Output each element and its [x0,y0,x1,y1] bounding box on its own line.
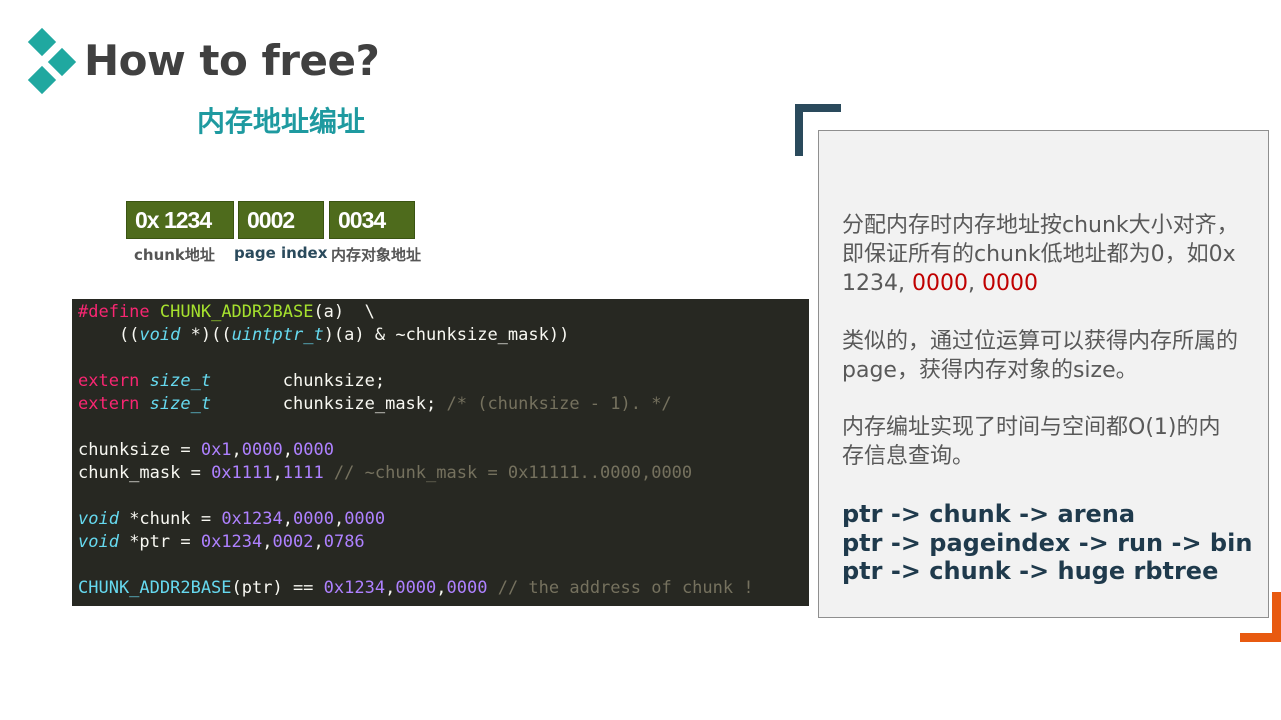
address-box-page-index: 0002 [238,201,324,239]
address-label-object: 内存对象地址 [331,246,422,264]
address-box-object: 0034 [329,201,415,239]
slide-title: How to free? [84,36,380,85]
address-label-page-index: page index [234,244,328,262]
panel-paragraph-alignment: 分配内存时内存地址按chunk大小对齐，即保证所有的chunk低地址都为0，如0… [842,213,1239,296]
corner-bracket-top-left-vertical [795,104,803,156]
corner-bracket-bottom-right-vertical [1272,592,1281,642]
code-line-8: void *ptr = 0x1234,0002,0786 [78,532,365,552]
code-line-7: void *chunk = 0x1234,0000,0000 [78,509,386,529]
address-label-chunk: chunk地址 [134,246,215,264]
code-block: #define CHUNK_ADDR2BASE(a) \ ((void *)((… [72,299,809,606]
pointer-path-huge: ptr -> chunk -> huge rbtree [842,557,1219,585]
logo-diamonds-icon [26,27,77,95]
code-line-6: chunk_mask = 0x1111,1111 // ~chunk_mask … [78,463,693,483]
code-line-3: extern size_t chunksize; [78,371,386,391]
pointer-path-arena: ptr -> chunk -> arena [842,500,1136,528]
code-line-1: #define CHUNK_ADDR2BASE(a) \ [78,302,375,322]
code-line-2: ((void *)((uintptr_t)(a) & ~chunksize_ma… [78,325,570,345]
panel-paragraph-complexity: 内存编址实现了时间与空间都O(1)的内存信息查询。 [842,415,1221,469]
slide-subtitle: 内存地址编址 [197,105,366,138]
panel-paragraph-bitops: 类似的，通过位运算可以获得内存所属的page，获得内存对象的size。 [842,329,1239,383]
address-box-chunk: 0x 1234 [126,201,234,239]
pointer-path-list: ptr -> chunk -> arena ptr -> pageindex -… [842,500,1262,586]
pointer-path-bin: ptr -> pageindex -> run -> bin [842,528,1253,557]
code-line-4: extern size_t chunksize_mask; /* (chunks… [78,394,672,414]
code-line-5: chunksize = 0x1,0000,0000 [78,440,334,460]
code-line-9: CHUNK_ADDR2BASE(ptr) == 0x1234,0000,0000… [78,578,754,598]
